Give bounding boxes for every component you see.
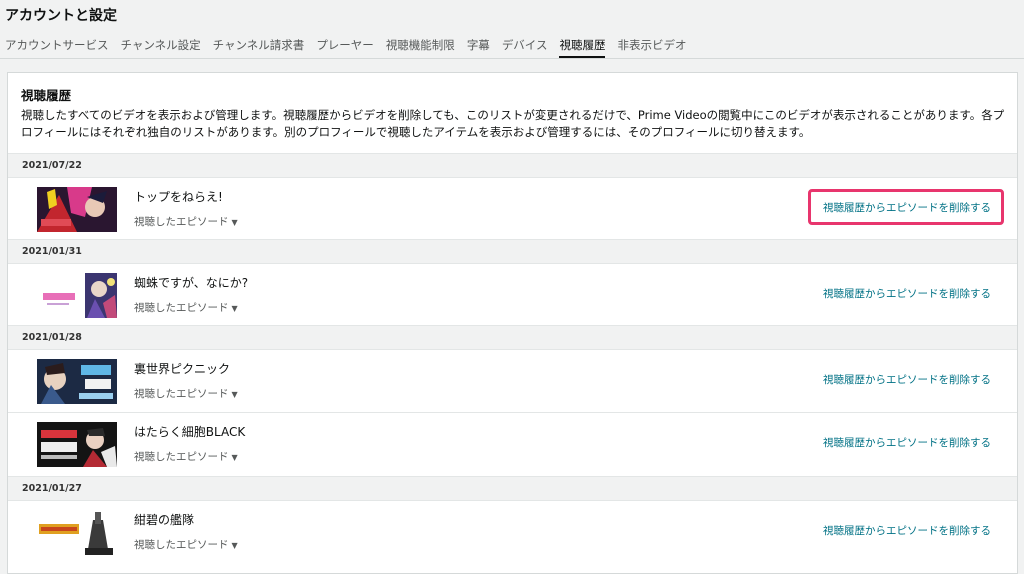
row-title[interactable]: 蜘蛛ですが、なにか? xyxy=(134,274,248,291)
tab-devices[interactable]: デバイス xyxy=(502,36,548,58)
watched-episodes-dropdown[interactable]: 視聴したエピソード ▼ xyxy=(134,214,238,229)
watch-history-panel: 視聴履歴 視聴したすべてのビデオを表示および管理します。視聴履歴からビデオを削除… xyxy=(7,72,1018,574)
dropdown-label: 視聴したエピソード xyxy=(134,216,229,228)
caret-down-icon: ▼ xyxy=(231,218,238,227)
watched-episodes-dropdown[interactable]: 視聴したエピソード ▼ xyxy=(134,537,238,552)
dropdown-label: 視聴したエピソード xyxy=(134,539,229,551)
caret-down-icon: ▼ xyxy=(231,453,238,462)
watched-episodes-dropdown[interactable]: 視聴したエピソード ▼ xyxy=(134,386,238,401)
tab-player[interactable]: プレーヤー xyxy=(316,36,374,58)
thumbnail-konpeki-no-kantai[interactable] xyxy=(37,510,117,555)
settings-tabs: アカウントサービス チャンネル設定 チャンネル請求書 プレーヤー 視聴機能制限 … xyxy=(0,36,1024,58)
section-description: 視聴したすべてのビデオを表示および管理します。視聴履歴からビデオを削除しても、こ… xyxy=(21,108,1005,139)
tab-account-service[interactable]: アカウントサービス xyxy=(0,36,109,58)
remove-episode-link[interactable]: 視聴履歴からエピソードを削除する xyxy=(823,523,991,538)
history-row: 裏世界ピクニック 視聴したエピソード ▼ 視聴履歴からエピソードを削除する xyxy=(8,350,1017,411)
watched-episodes-dropdown[interactable]: 視聴したエピソード ▼ xyxy=(134,300,238,315)
date-header: 2021/01/31 xyxy=(8,239,1017,264)
date-header: 2021/01/27 xyxy=(8,476,1017,501)
page-title: アカウントと設定 xyxy=(5,8,117,24)
remove-episode-link[interactable]: 視聴履歴からエピソードを削除する xyxy=(823,372,991,387)
tab-parental-controls[interactable]: 視聴機能制限 xyxy=(386,36,455,58)
thumbnail-hataraku-saibou-black[interactable] xyxy=(37,422,117,467)
date-label: 2021/01/31 xyxy=(22,246,82,257)
row-title[interactable]: 紺碧の艦隊 xyxy=(134,511,194,528)
caret-down-icon: ▼ xyxy=(231,390,238,399)
tab-channel-invoices[interactable]: チャンネル請求書 xyxy=(213,36,305,58)
history-row: 紺碧の艦隊 視聴したエピソード ▼ 視聴履歴からエピソードを削除する xyxy=(8,501,1017,562)
tab-channel-settings[interactable]: チャンネル設定 xyxy=(121,36,201,58)
date-header: 2021/07/22 xyxy=(8,153,1017,178)
date-label: 2021/01/27 xyxy=(22,483,82,494)
watched-episodes-dropdown[interactable]: 視聴したエピソード ▼ xyxy=(134,449,238,464)
row-title[interactable]: 裏世界ピクニック xyxy=(134,360,230,377)
row-title[interactable]: はたらく細胞BLACK xyxy=(134,423,245,440)
dropdown-label: 視聴したエピソード xyxy=(134,302,229,314)
section-title: 視聴履歴 xyxy=(21,88,72,103)
tab-watch-history[interactable]: 視聴履歴 xyxy=(559,36,606,58)
row-title[interactable]: トップをねらえ! xyxy=(134,188,223,205)
history-row: トップをねらえ! 視聴したエピソード ▼ 視聴履歴からエピソードを削除する xyxy=(8,178,1017,239)
history-row: はたらく細胞BLACK 視聴したエピソード ▼ 視聴履歴からエピソードを削除する xyxy=(8,412,1017,474)
tab-subtitles[interactable]: 字幕 xyxy=(467,36,490,58)
thumbnail-top-wo-nerae[interactable] xyxy=(37,187,117,232)
caret-down-icon: ▼ xyxy=(231,541,238,550)
highlight-box xyxy=(808,189,1004,225)
caret-down-icon: ▼ xyxy=(231,304,238,313)
history-row: 蜘蛛ですが、なにか? 視聴したエピソード ▼ 視聴履歴からエピソードを削除する xyxy=(8,264,1017,325)
thumbnail-urasekai-picnic[interactable] xyxy=(37,359,117,404)
tab-hidden-videos[interactable]: 非表示ビデオ xyxy=(617,36,686,58)
dropdown-label: 視聴したエピソード xyxy=(134,388,229,400)
remove-episode-link[interactable]: 視聴履歴からエピソードを削除する xyxy=(823,286,991,301)
tabs-divider xyxy=(0,58,1024,59)
dropdown-label: 視聴したエピソード xyxy=(134,451,229,463)
date-label: 2021/01/28 xyxy=(22,332,82,343)
remove-episode-link[interactable]: 視聴履歴からエピソードを削除する xyxy=(823,435,991,450)
thumbnail-kumo-desuga[interactable] xyxy=(37,273,117,318)
date-label: 2021/07/22 xyxy=(22,160,82,171)
date-header: 2021/01/28 xyxy=(8,325,1017,350)
